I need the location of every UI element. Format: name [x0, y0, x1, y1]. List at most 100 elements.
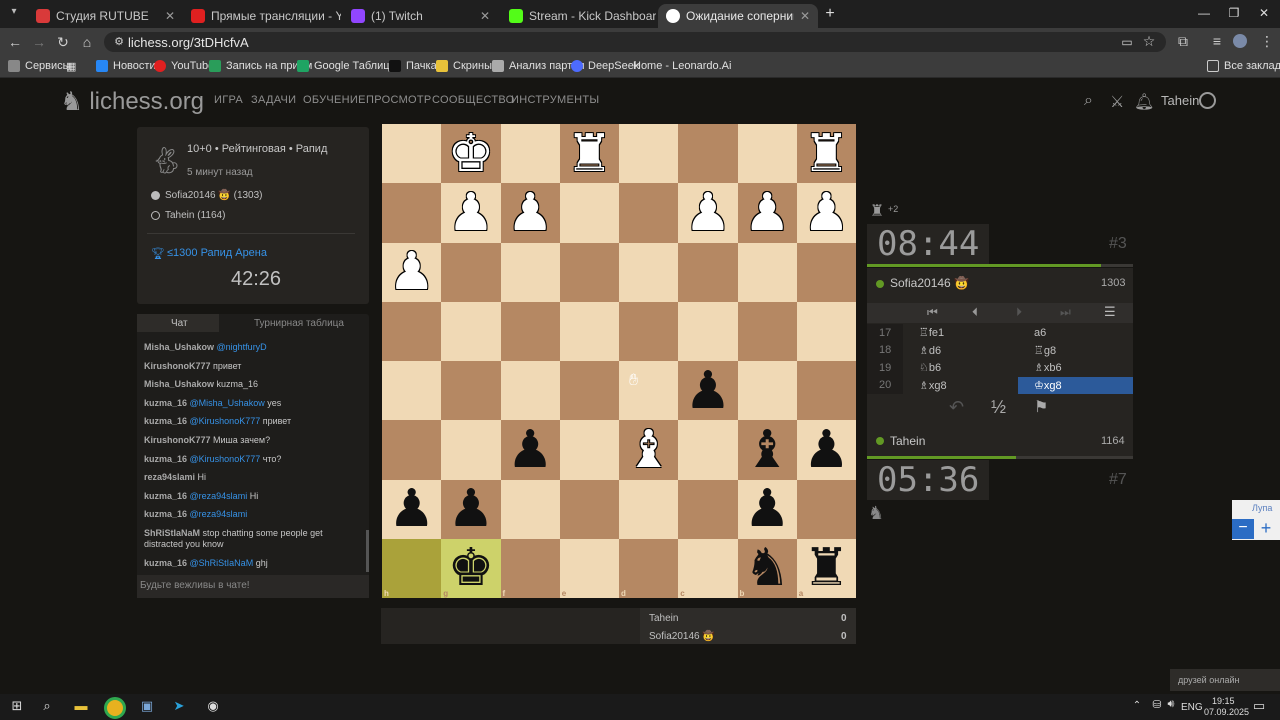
white-chess-piece[interactable]: ♟ [744, 187, 791, 239]
white-chess-piece[interactable]: ♟ [388, 246, 435, 298]
bookmark-youtube[interactable]: YouTube [154, 60, 214, 72]
bottom-player-name[interactable]: Tahein [890, 434, 925, 448]
black-move[interactable]: ♔xg8 [1018, 376, 1133, 394]
bookmark-deepseek[interactable]: DeepSeek [571, 60, 639, 72]
chat-username[interactable]: kuzma_16 [144, 416, 190, 426]
board-square[interactable] [737, 124, 797, 184]
last-move-icon[interactable]: ⏭ [1060, 305, 1071, 320]
black-chess-piece[interactable]: ♝ [744, 424, 791, 476]
chat-username[interactable]: Misha_Ushakow [144, 342, 217, 352]
swords-icon[interactable]: ⚔ [1110, 92, 1124, 112]
reload-icon[interactable]: ↻ [54, 34, 72, 52]
zoom-out-icon[interactable]: − [1232, 519, 1254, 539]
board-square[interactable] [678, 242, 738, 302]
chat-username[interactable]: kuzma_16 [144, 491, 190, 501]
tab-kick[interactable]: Stream - Kick Dashboard✕ [501, 4, 656, 28]
board-square[interactable] [619, 124, 679, 184]
black-move[interactable]: ♗xb6 [1018, 359, 1133, 377]
first-move-icon[interactable]: ⏮ [927, 305, 938, 320]
chat-scrollbar[interactable] [366, 530, 369, 572]
chess-board[interactable]: ♚ ♜ ♜ ♟ ♟ ♟ ♟ ♟ ♟ ♟ ♟ ♝ ♝ ♟ ♟ ♟ ♟ ♚ ♞ ♜ 1 2 3 4 5 6 7 8 h g f e d c b a [382, 124, 856, 598]
black-chess-piece[interactable]: ♟ [803, 424, 850, 476]
bell-icon[interactable]: 🔔︎ [1134, 92, 1154, 112]
board-square[interactable] [441, 242, 501, 302]
board-square[interactable] [796, 242, 856, 302]
board-square[interactable] [500, 361, 560, 421]
white-move[interactable]: ♖fe1 [903, 324, 1018, 342]
media-icon[interactable]: ≡ [1208, 33, 1226, 51]
board-square[interactable] [619, 183, 679, 243]
black-chess-piece[interactable]: ♞ [744, 542, 791, 594]
black-chess-piece[interactable]: ♟ [448, 483, 495, 535]
board-square[interactable] [382, 183, 442, 243]
chat-username[interactable]: ShRiStIaNaM [144, 528, 203, 538]
bookmark-leonardo[interactable]: Home - Leonardo.Ai [633, 60, 731, 72]
close-icon[interactable]: ✕ [165, 9, 175, 23]
white-chess-piece[interactable]: ♜ [566, 128, 613, 180]
board-square[interactable] [559, 538, 619, 598]
chat-mention[interactable]: @reza94slami [190, 509, 248, 519]
language-indicator[interactable]: ENG [1181, 702, 1203, 713]
white-chess-piece[interactable]: ♚ [448, 128, 495, 180]
white-move[interactable]: ♗d6 [903, 342, 1018, 360]
board-square[interactable] [619, 301, 679, 361]
board-square[interactable] [678, 124, 738, 184]
board-square[interactable] [619, 479, 679, 539]
tab-lichess[interactable]: Ожидание соперника - И... ✕ [658, 4, 818, 28]
black-move[interactable]: a6 [1018, 324, 1133, 342]
board-square[interactable] [559, 301, 619, 361]
all-bookmarks[interactable]: Все закладки [1207, 60, 1280, 72]
nav-play[interactable]: ИГРА [214, 94, 243, 106]
address-bar[interactable] [104, 32, 1166, 52]
grid-icon[interactable]: ▦ [66, 60, 76, 73]
bookmark-news[interactable]: Новости [96, 60, 156, 72]
search-icon[interactable]: ⌕ [1084, 92, 1093, 110]
profile-icon[interactable] [1233, 34, 1247, 48]
chrome-icon[interactable] [104, 697, 126, 719]
chat-mention[interactable]: @nightfuryD [217, 342, 267, 352]
user-menu[interactable]: Tahein [1161, 93, 1199, 108]
bookmark-star-icon[interactable]: ☆ [1140, 33, 1158, 51]
white-chess-piece[interactable]: ♝ [625, 424, 672, 476]
bookmark-sheets[interactable]: Google Таблицы [297, 60, 397, 72]
back-icon[interactable]: ← [6, 34, 24, 52]
black-player[interactable]: Tahein (1164) [165, 210, 225, 221]
notifications-icon[interactable]: ▭ [1250, 698, 1268, 716]
chat-username[interactable]: KirushonoK777 [144, 435, 213, 445]
app-icon[interactable]: ▣ [138, 698, 156, 716]
file-explorer-icon[interactable]: ▬ [72, 698, 90, 716]
close-icon[interactable]: ✕ [800, 9, 810, 23]
chat-mention[interactable]: @Misha_Ushakow [190, 398, 268, 408]
board-square[interactable] [796, 361, 856, 421]
lichess-logo[interactable]: ♞ lichess.org [60, 86, 204, 117]
black-chess-piece[interactable]: ♟ [744, 483, 791, 535]
tray-chevron-icon[interactable]: ⌃ [1128, 700, 1146, 718]
tab-twitch[interactable]: (1) Twitch ✕ [343, 4, 498, 28]
arena-link[interactable]: ≤1300 Рапид Арена [167, 247, 267, 259]
board-square[interactable] [559, 242, 619, 302]
nav-community[interactable]: СООБЩЕСТВО [432, 94, 515, 106]
tab-standings[interactable]: Турнирная таблица [254, 318, 344, 329]
chat-username[interactable]: kuzma_16 [144, 509, 190, 519]
chat-username[interactable]: reza94slami [144, 472, 198, 482]
site-info-icon[interactable]: ⚙ [110, 34, 128, 52]
extensions-icon[interactable]: ⧉ [1174, 33, 1192, 51]
clock-time[interactable]: 19:15 [1212, 696, 1235, 706]
board-square[interactable] [678, 479, 738, 539]
white-chess-piece[interactable]: ♟ [685, 187, 732, 239]
telegram-icon[interactable]: ➤ [170, 698, 188, 716]
black-chess-piece[interactable]: ♟ [685, 365, 732, 417]
bookmark-screens[interactable]: Скрины [436, 60, 492, 72]
home-icon[interactable]: ⌂ [78, 34, 96, 52]
zoom-in-icon[interactable]: + [1254, 519, 1278, 539]
user-avatar-icon[interactable] [1199, 92, 1216, 109]
white-move[interactable]: ♗xg8 [903, 377, 1018, 395]
board-square[interactable] [382, 420, 442, 480]
minimize-button[interactable]: — [1194, 6, 1214, 20]
bookmark-services[interactable]: Сервисы [8, 60, 71, 72]
board-square[interactable] [796, 301, 856, 361]
bookmark-pachka[interactable]: Пачка [389, 60, 437, 72]
black-move[interactable]: ♖g8 [1018, 342, 1133, 360]
chat-username[interactable]: KirushonoK777 [144, 361, 213, 371]
chat-username[interactable]: Misha_Ushakow [144, 379, 217, 389]
